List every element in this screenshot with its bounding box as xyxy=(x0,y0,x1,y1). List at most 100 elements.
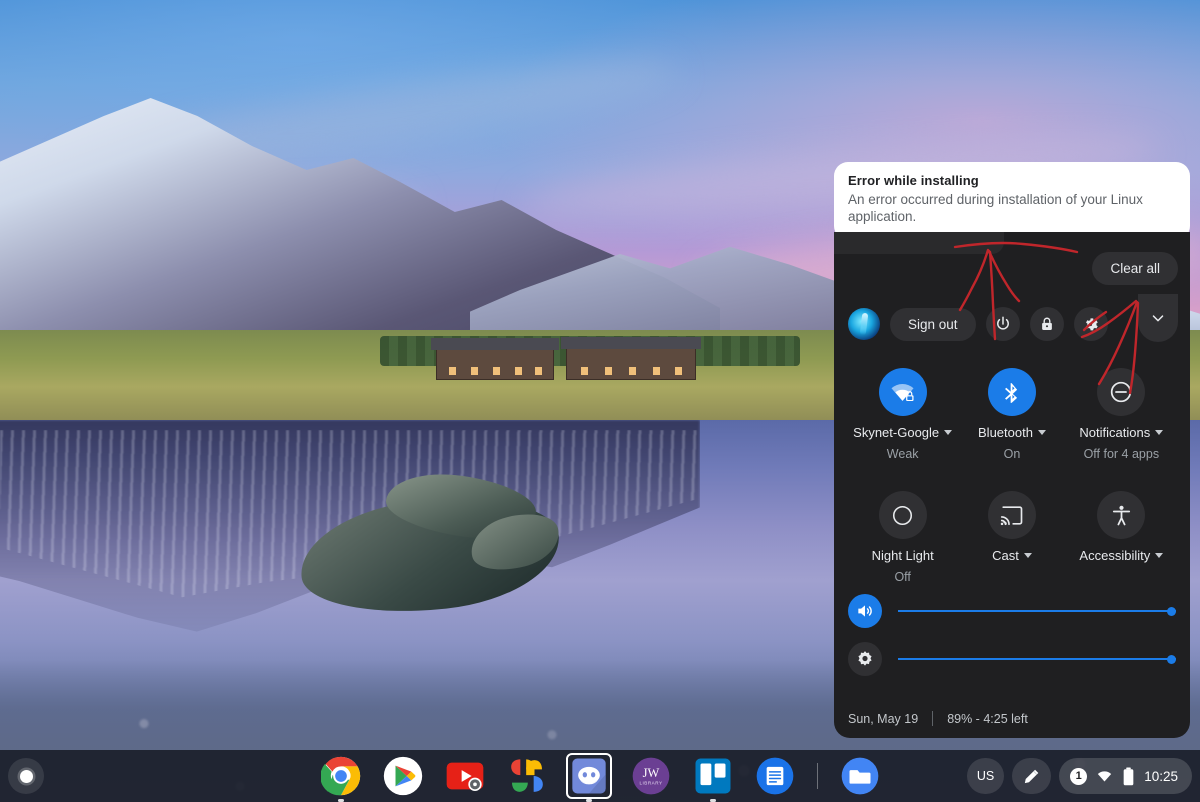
files-icon xyxy=(841,757,878,795)
footer-divider xyxy=(932,711,934,726)
shelf-app-youtube[interactable] xyxy=(445,756,485,796)
brightness-slider-knob[interactable] xyxy=(1167,655,1176,664)
status-tray-button[interactable]: 1 10:25 xyxy=(1059,758,1192,794)
avatar[interactable] xyxy=(848,308,880,340)
ime-button[interactable]: US xyxy=(966,758,1005,794)
google-photos-icon xyxy=(510,759,543,792)
tile-notifications[interactable]: Notifications Off for 4 apps xyxy=(1067,362,1176,461)
quick-settings-tiles: Skynet-Google Weak Bluetooth On Notifica… xyxy=(848,362,1176,584)
tile-bluetooth-label: Bluetooth xyxy=(957,425,1066,440)
shelf-app-jw-library[interactable]: JW LIBRARY xyxy=(631,756,671,796)
shelf-app-chrome[interactable] xyxy=(319,756,361,802)
play-store-icon xyxy=(383,756,422,796)
clear-all-row: Clear all xyxy=(1092,252,1178,285)
wifi-locked-icon-wrap xyxy=(878,368,927,416)
tray-user-row: Sign out xyxy=(848,294,1178,346)
tile-cast-label: Cast xyxy=(957,548,1066,563)
discord-icon xyxy=(571,758,606,794)
volume-slider-knob[interactable] xyxy=(1167,607,1176,616)
shelf-app-discord[interactable] xyxy=(565,753,612,802)
tile-wifi-text: Skynet-Google xyxy=(853,425,940,440)
notification-count-badge: 1 xyxy=(1070,767,1088,785)
chromeos-desktop: Error while installing An error occurred… xyxy=(0,0,1200,802)
shelf-app-files[interactable] xyxy=(840,756,880,796)
chevron-down-icon[interactable] xyxy=(1037,430,1046,435)
chevron-down-icon[interactable] xyxy=(1023,553,1032,558)
tile-accessibility-label: Accessibility xyxy=(1067,548,1176,563)
svg-text:JW: JW xyxy=(642,766,659,780)
youtube-icon xyxy=(446,762,483,791)
wifi-icon xyxy=(1098,770,1112,781)
tile-bluetooth-text: Bluetooth xyxy=(978,425,1033,440)
chevron-down-icon[interactable] xyxy=(1155,430,1164,435)
tile-notifications-label: Notifications xyxy=(1067,425,1176,440)
notification-body: An error occurred during installation of… xyxy=(848,192,1143,224)
tile-cast[interactable]: Cast xyxy=(957,485,1066,584)
tile-night-light-text: Night Light xyxy=(871,548,934,563)
volume-icon xyxy=(858,605,872,617)
tile-wifi[interactable]: Skynet-Google Weak xyxy=(848,362,957,461)
tile-cast-text: Cast xyxy=(992,548,1019,563)
bluetooth-icon xyxy=(1005,382,1018,403)
power-icon xyxy=(996,316,1009,330)
volume-slider-row xyxy=(848,594,1176,628)
tile-bluetooth-sub: On xyxy=(1003,447,1021,461)
chevron-down-icon[interactable] xyxy=(944,430,953,435)
shelf: JW LIBRARY US 1 10:25 xyxy=(0,750,1200,802)
sign-out-button[interactable]: Sign out xyxy=(890,307,976,341)
tile-notifications-sub: Off for 4 apps xyxy=(1083,447,1160,461)
system-tray-panel: Clear all Sign out Skynet-Google Weak Bl… xyxy=(834,232,1190,738)
google-docs-icon xyxy=(756,757,793,795)
cast-icon-wrap xyxy=(987,491,1036,539)
lock-button[interactable] xyxy=(1029,307,1064,341)
notification-stack-edge xyxy=(834,232,1004,254)
tile-bluetooth[interactable]: Bluetooth On xyxy=(957,362,1066,461)
shelf-app-photos[interactable] xyxy=(507,756,547,796)
quick-settings-row: Skynet-Google Weak Bluetooth On Notifica… xyxy=(848,362,1176,461)
shelf-app-trello[interactable] xyxy=(693,756,733,802)
brightness-slider-row xyxy=(848,642,1176,676)
trello-icon xyxy=(695,758,730,794)
tray-footer: Sun, May 19 89% - 4:25 left xyxy=(848,711,1176,726)
brightness-slider[interactable] xyxy=(898,652,1176,666)
wifi-locked-icon xyxy=(891,383,914,401)
accessibility-icon xyxy=(1112,505,1130,525)
notification-card[interactable]: Error while installing An error occurred… xyxy=(834,162,1190,240)
battery-icon xyxy=(1123,767,1134,785)
night-light-icon-wrap xyxy=(878,491,927,539)
clock-label: 10:25 xyxy=(1144,768,1178,784)
svg-text:LIBRARY: LIBRARY xyxy=(639,780,662,785)
status-area: US 1 10:25 xyxy=(966,758,1192,794)
brightness-icon xyxy=(858,651,872,666)
battery-label[interactable]: 89% - 4:25 left xyxy=(947,712,1028,726)
settings-button[interactable] xyxy=(1073,307,1108,341)
tile-accessibility[interactable]: Accessibility xyxy=(1067,485,1176,584)
notification-title: Error while installing xyxy=(848,173,979,188)
collapse-tray-button[interactable] xyxy=(1138,294,1178,342)
volume-slider[interactable] xyxy=(898,604,1176,618)
gear-icon xyxy=(1086,317,1098,330)
wallpaper-house xyxy=(431,338,559,380)
shelf-app-play-store[interactable] xyxy=(383,756,423,796)
tile-wifi-sub: Weak xyxy=(886,447,919,461)
stylus-button[interactable] xyxy=(1012,758,1052,794)
shelf-app-google-docs[interactable] xyxy=(755,756,795,796)
date-label[interactable]: Sun, May 19 xyxy=(848,712,918,726)
cast-icon xyxy=(1001,505,1023,525)
power-button[interactable] xyxy=(985,307,1020,341)
shelf-divider xyxy=(816,763,818,789)
tile-night-light-sub: Off xyxy=(894,570,911,584)
tile-wifi-label: Skynet-Google xyxy=(848,425,957,440)
chevron-down-icon[interactable] xyxy=(1155,553,1164,558)
tile-notifications-text: Notifications xyxy=(1079,425,1151,440)
clear-all-button[interactable]: Clear all xyxy=(1092,252,1178,285)
accessibility-icon-wrap xyxy=(1097,491,1146,539)
do-not-disturb-icon-wrap xyxy=(1097,368,1146,416)
night-light-icon xyxy=(893,505,913,525)
tile-night-light[interactable]: Night Light Off xyxy=(848,485,957,584)
volume-button[interactable] xyxy=(848,594,882,628)
tile-night-light-label: Night Light xyxy=(848,548,957,563)
chrome-icon xyxy=(319,756,360,796)
do-not-disturb-icon xyxy=(1111,381,1132,403)
brightness-button[interactable] xyxy=(848,642,882,676)
